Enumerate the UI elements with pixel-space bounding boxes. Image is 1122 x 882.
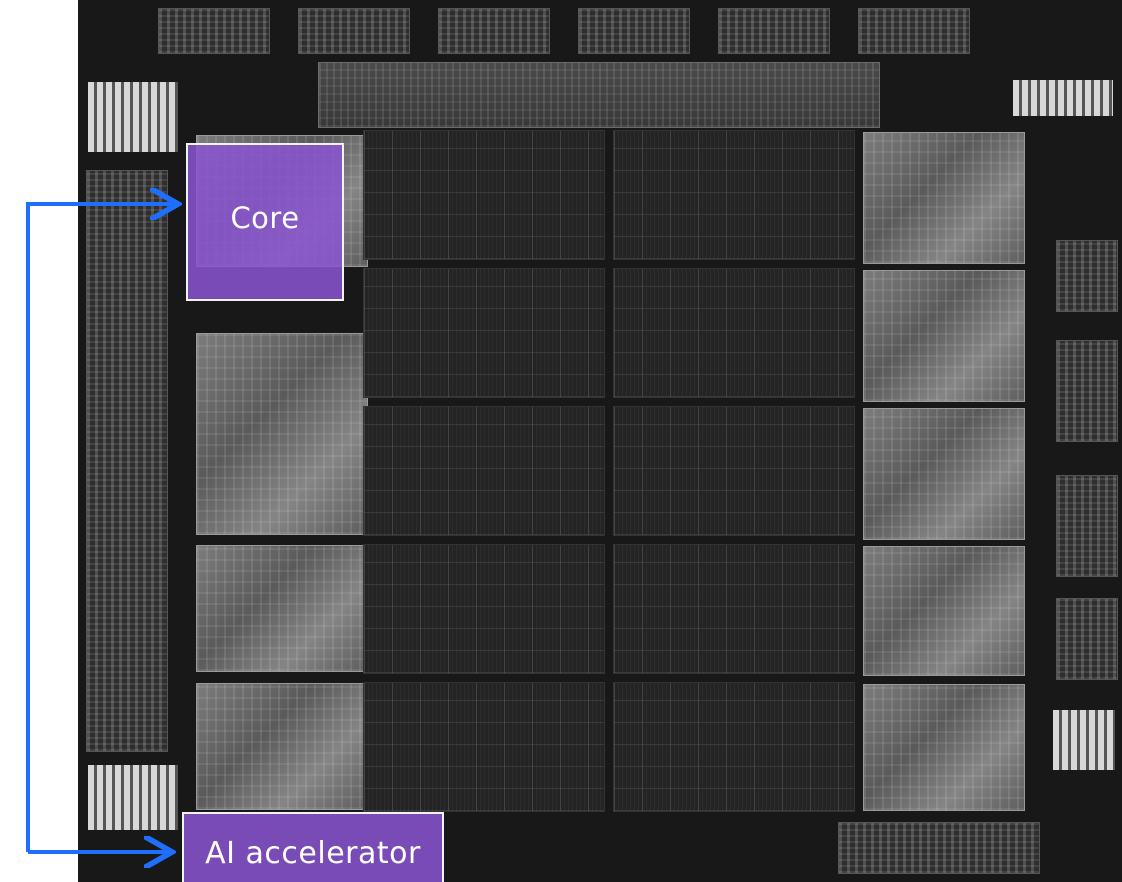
arrow-to-core-icon — [26, 204, 174, 852]
annotation-arrows — [26, 0, 1122, 882]
